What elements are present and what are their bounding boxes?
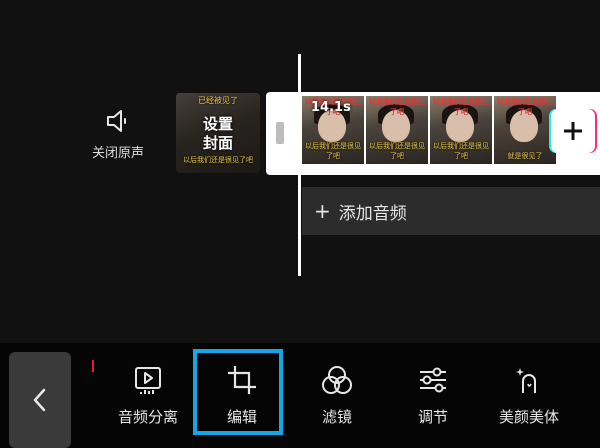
mute-label: 关闭原声 (91, 146, 144, 161)
clip-trim-handle[interactable] (276, 122, 284, 144)
playhead[interactable] (298, 54, 301, 276)
tool-filter[interactable]: 滤镜 (292, 364, 382, 427)
tool-audio-separate[interactable]: 音频分离 (103, 364, 193, 427)
chevron-left-icon (33, 388, 46, 412)
add-audio-button[interactable]: + 添加音频 (302, 187, 600, 235)
frame-caption-bottom: 以后我们还是很见了吧 (369, 142, 425, 160)
frame-caption-top: 以后我们还是很见了吧 (369, 98, 425, 116)
tool-label: 音频分离 (117, 408, 178, 426)
tool-adjust[interactable]: 调节 (388, 364, 478, 427)
speaker-icon (107, 110, 126, 132)
beauty-icon (516, 368, 536, 393)
clip-duration: 14.1s (311, 100, 351, 115)
set-cover-button[interactable]: 已经被见了 设置 封面 以后我们还是很见了吧 (176, 93, 260, 173)
tool-label: 美颜美体 (498, 408, 559, 426)
cover-label-line2: 封面 (202, 134, 233, 152)
plus-icon (564, 122, 582, 140)
plus-icon: + (314, 199, 331, 223)
frame-caption-bottom: 以后我们还是很见了吧 (433, 142, 489, 160)
tool-label: 调节 (417, 408, 448, 426)
frame-caption-top: 以后我们还是很见了吧 (433, 98, 489, 116)
clip-frame: 以后我们还是很见了吧 就是很见了 (494, 96, 556, 164)
cover-label-line1: 设置 (202, 115, 233, 133)
frame-caption-top: 以后我们还是很见了吧 (497, 98, 553, 116)
audio-separate-icon (135, 367, 161, 394)
add-clip-button[interactable] (551, 109, 595, 153)
filter-icon (322, 366, 352, 394)
add-audio-label: 添加音频 (338, 203, 407, 224)
clip-frame: 以后我们还是很见了吧 以后我们还是很见了吧 (366, 96, 428, 164)
clip-frame: 以后我们还是很见了吧 以后我们还是很见了吧 (430, 96, 492, 164)
sliders-icon (420, 367, 446, 393)
frame-caption-bottom: 以后我们还是很见了吧 (305, 142, 361, 160)
toolbar-marker (92, 360, 94, 372)
cover-caption-top: 已经被见了 (198, 96, 238, 105)
tool-beauty[interactable]: 美颜美体 (484, 364, 574, 427)
mute-original-button[interactable]: 关闭原声 (78, 108, 158, 161)
selected-tool-highlight (193, 349, 283, 435)
back-button[interactable] (9, 352, 71, 448)
tool-label: 滤镜 (321, 408, 352, 426)
cover-label: 设置 封面 (176, 115, 260, 153)
frame-caption-bottom: 就是很见了 (507, 152, 543, 160)
cover-caption-bottom: 以后我们还是很见了吧 (183, 156, 253, 164)
